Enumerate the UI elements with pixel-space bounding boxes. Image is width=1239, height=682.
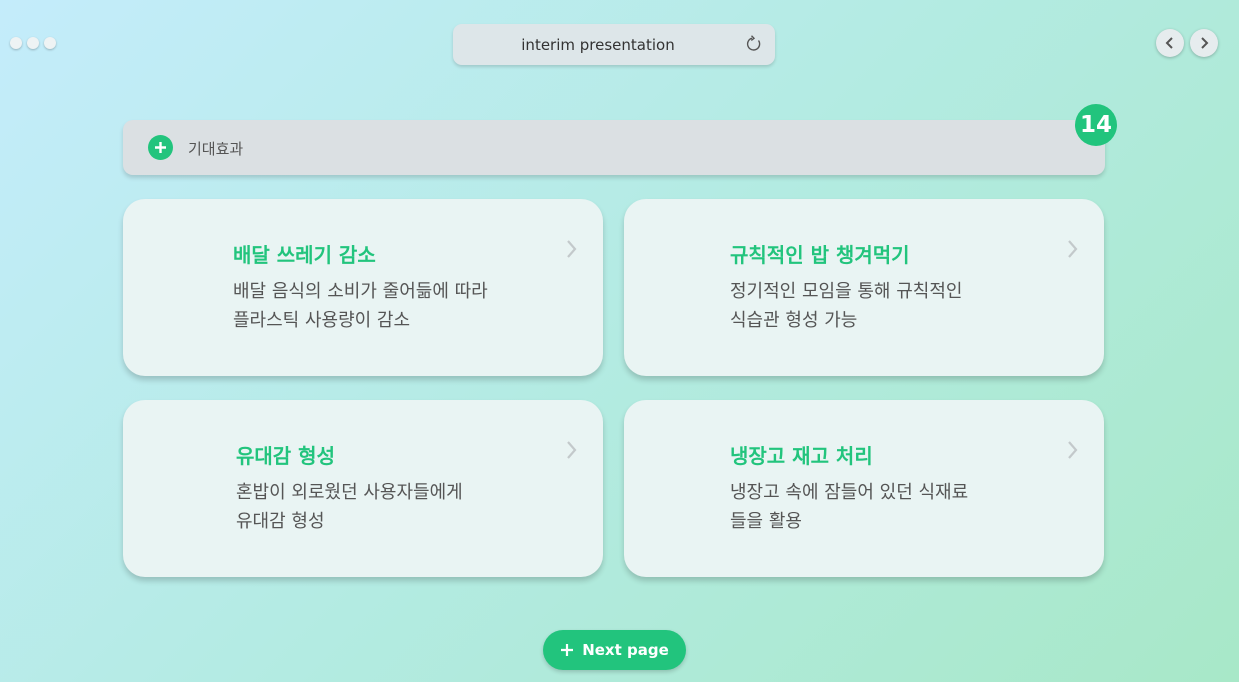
card-desc-line: 혼밥이 외로웠던 사용자들에게 [236,482,463,503]
back-button[interactable] [1156,29,1184,57]
card-title: 냉장고 재고 처리 [730,444,873,468]
card-description: 배달 음식의 소비가 줄어듦에 따라 플라스틱 사용량이 감소 [233,277,488,335]
card-fridge-stock[interactable]: 냉장고 재고 처리 냉장고 속에 잠들어 있던 식재료 들을 활용 [624,400,1104,577]
chevron-right-icon [1068,240,1078,258]
window-title: interim presentation [521,36,675,54]
plus-icon [561,644,574,656]
card-desc-line: 냉장고 속에 잠들어 있던 식재료 [730,482,969,503]
card-title: 규칙적인 밥 챙겨먹기 [730,243,910,267]
chevron-right-icon [1068,441,1078,459]
chevron-right-icon [1201,37,1209,49]
next-page-label: Next page [582,641,669,659]
card-bonding[interactable]: 유대감 형성 혼밥이 외로웠던 사용자들에게 유대감 형성 [123,400,603,577]
window-controls [10,37,56,49]
card-desc-line: 배달 음식의 소비가 줄어듦에 따라 [233,281,488,302]
card-desc-line: 플라스틱 사용량이 감소 [233,310,411,331]
chevron-left-icon [1165,37,1173,49]
chevron-right-icon [567,441,577,459]
close-dot[interactable] [10,37,22,49]
section-header: 기대효과 [123,120,1105,175]
card-title: 유대감 형성 [236,444,335,468]
section-title: 기대효과 [188,140,244,158]
minimize-dot[interactable] [27,37,39,49]
card-description: 정기적인 모임을 통해 규칙적인 식습관 형성 가능 [730,277,962,335]
nav-buttons [1156,29,1218,57]
reload-icon[interactable] [743,33,765,55]
card-regular-meals[interactable]: 규칙적인 밥 챙겨먹기 정기적인 모임을 통해 규칙적인 식습관 형성 가능 [624,199,1104,376]
plus-icon[interactable] [148,135,173,160]
card-desc-line: 정기적인 모임을 통해 규칙적인 [730,281,963,302]
next-page-button[interactable]: Next page [543,630,686,670]
maximize-dot[interactable] [44,37,56,49]
card-delivery-waste[interactable]: 배달 쓰레기 감소 배달 음식의 소비가 줄어듦에 따라 플라스틱 사용량이 감… [123,199,603,376]
forward-button[interactable] [1190,29,1218,57]
card-desc-line: 들을 활용 [730,511,802,532]
card-description: 혼밥이 외로웠던 사용자들에게 유대감 형성 [236,478,463,536]
page-number-badge: 14 [1075,104,1117,146]
card-title: 배달 쓰레기 감소 [233,243,376,267]
chevron-right-icon [567,240,577,258]
address-bar[interactable]: interim presentation [453,24,775,65]
card-description: 냉장고 속에 잠들어 있던 식재료 들을 활용 [730,478,968,536]
card-desc-line: 식습관 형성 가능 [730,310,858,331]
card-desc-line: 유대감 형성 [236,511,325,532]
plus-glyph [155,142,166,153]
